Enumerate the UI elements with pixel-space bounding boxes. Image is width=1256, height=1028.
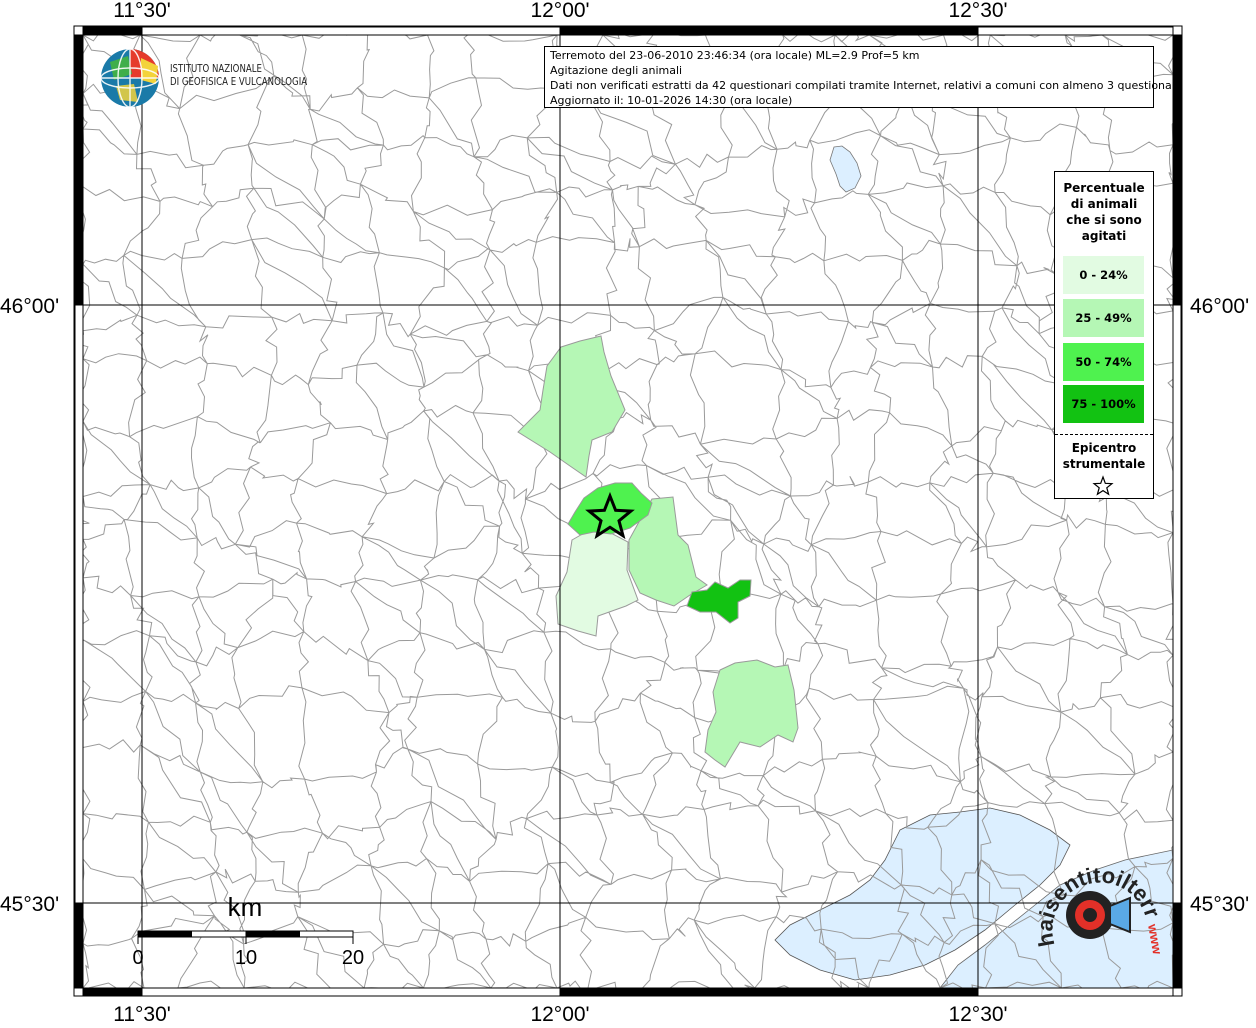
axis-label-top-1200: 12°00' — [530, 0, 589, 22]
event-info-box: Terremoto del 23-06-2010 23:46:34 (ora l… — [544, 46, 1183, 108]
legend-title-line: che si sono — [1066, 213, 1142, 227]
event-updated: Aggiornato il: 10-01-2026 14:30 (ora loc… — [550, 94, 793, 107]
event-title: Terremoto del 23-06-2010 23:46:34 (ora l… — [550, 49, 920, 62]
logo-line-2: DI GEOFISICA E VULCANOLOGIA — [170, 75, 308, 88]
legend-star-icon — [1092, 475, 1114, 496]
axis-label-left-4530: 45°30' — [0, 893, 59, 916]
legend-separator — [1055, 434, 1153, 435]
axis-label-top-1230: 12°30' — [948, 0, 1007, 22]
legend-epicentre-line: Epicentro — [1071, 441, 1137, 455]
legend-title-line: Percentuale — [1063, 181, 1145, 195]
axis-label-top-1130: 11°30' — [113, 0, 171, 22]
map-canvas: 11°30' 12°00' 12°30' 11°30' 12°00' 12°30… — [0, 0, 1249, 1026]
ingv-logo-icon — [100, 48, 160, 108]
legend-swatch-0-24: 0 - 24% — [1063, 256, 1144, 294]
scale-tick-20: 20 — [342, 947, 364, 969]
legend-swatch-75-100: 75 - 100% — [1063, 385, 1144, 423]
scale-unit: km — [228, 892, 263, 922]
legend-swatch-50-74: 50 - 74% — [1063, 343, 1144, 381]
legend-swatch-25-49: 25 - 49% — [1063, 299, 1144, 337]
axis-label-bottom-1130: 11°30' — [113, 1003, 171, 1024]
axis-label-right-4600: 46°00' — [1190, 295, 1249, 318]
event-data-note: Dati non verificati estratti da 42 quest… — [550, 79, 1183, 92]
ingv-logo-text: ISTITUTO NAZIONALE DI GEOFISICA E VULCAN… — [170, 62, 307, 88]
legend: Percentuale di animali che si sono agita… — [1054, 171, 1154, 499]
legend-title-line: di animali — [1070, 197, 1138, 211]
legend-epicentre-label: Epicentro strumentale — [1055, 440, 1153, 472]
legend-title: Percentuale di animali che si sono agita… — [1055, 180, 1153, 244]
legend-epicentre-line: strumentale — [1062, 457, 1146, 471]
axis-label-right-4530: 45°30' — [1190, 893, 1249, 916]
axis-label-bottom-1230: 12°30' — [948, 1003, 1007, 1024]
scale-tick-0: 0 — [132, 947, 143, 969]
logo-line-1: ISTITUTO NAZIONALE — [170, 62, 262, 75]
map-stage: 11°30' 12°00' 12°30' 11°30' 12°00' 12°30… — [0, 0, 1256, 1026]
event-subtitle: Agitazione degli animali — [550, 64, 683, 77]
axis-label-left-4600: 46°00' — [0, 295, 59, 318]
scale-tick-10: 10 — [235, 947, 257, 969]
axis-label-bottom-1200: 12°00' — [530, 1003, 589, 1024]
legend-title-line: agitati — [1081, 229, 1127, 243]
